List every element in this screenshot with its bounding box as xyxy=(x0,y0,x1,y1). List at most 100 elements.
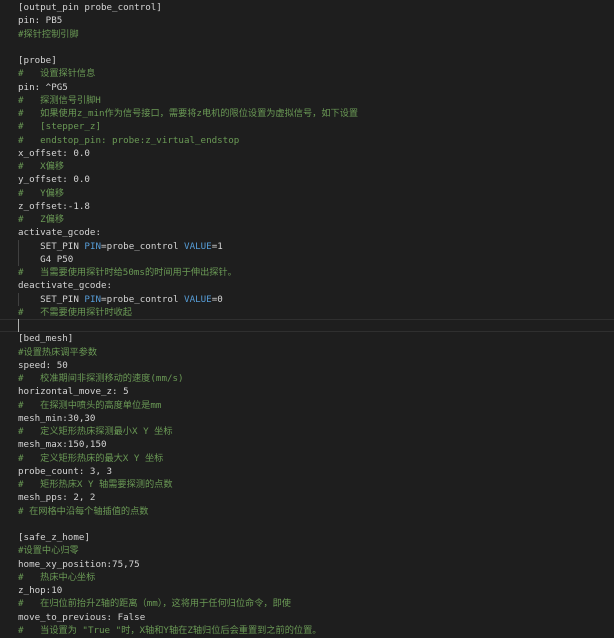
comment-text: # 校准期间非探测移动的速度(mm/s) xyxy=(18,373,184,384)
comment-text: # 如果使用z_min作为信号接口，需要将z电机的限位设置为虚拟信号，如下设置 xyxy=(18,108,359,119)
config-line: x_offset: 0.0 xyxy=(18,147,90,159)
indent-guide xyxy=(18,292,19,306)
code-line[interactable]: x_offset: 0.0 xyxy=(18,147,90,160)
config-line: mesh_min:30,30 xyxy=(18,412,96,424)
code-line[interactable]: z_hop:10 xyxy=(18,584,62,597)
comment-text: # 当需要使用探针时给50ms的时间用于伸出探针。 xyxy=(18,267,237,278)
code-line[interactable]: # 在网格中沿每个轴插值的点数 xyxy=(18,505,149,518)
code-line[interactable]: z_offset:-1.8 xyxy=(18,200,90,213)
indent-guide xyxy=(18,239,19,266)
config-line: home_xy_position:75,75 xyxy=(18,558,140,570)
code-line[interactable]: horizontal_move_z: 5 xyxy=(18,385,129,398)
config-line: pin: PB5 xyxy=(18,15,63,27)
code-line[interactable]: probe_count: 3, 3 xyxy=(18,465,112,478)
code-line[interactable]: # 校准期间非探测移动的速度(mm/s) xyxy=(18,372,184,385)
config-line: deactivate_gcode: xyxy=(18,280,113,292)
comment-text: # 定义矩形热床探测最小X Y 坐标 xyxy=(18,426,173,437)
code-line[interactable]: [probe] xyxy=(18,54,57,67)
comment-text: # 不需要使用探针时收起 xyxy=(18,306,132,318)
comment-text: # 热床中心坐标 xyxy=(18,571,96,583)
config-line: mesh_pps: 2, 2 xyxy=(18,492,96,504)
code-line[interactable]: G4 P50 xyxy=(18,253,73,266)
code-line[interactable]: #探针控制引脚 xyxy=(18,28,79,41)
code-line[interactable]: y_offset: 0.0 xyxy=(18,173,90,186)
code-line[interactable]: [safe_z_home] xyxy=(18,531,90,544)
code-line[interactable]: pin: ^PG5 xyxy=(18,81,68,94)
gcode-value: probe_control xyxy=(106,293,179,305)
section-header: [bed_mesh] xyxy=(18,333,74,345)
gcode-param: VALUE xyxy=(184,293,212,305)
code-line[interactable]: SET_PIN PIN=probe_control VALUE=1 xyxy=(18,240,223,253)
code-line[interactable]: move_to_previous: False xyxy=(18,611,145,624)
code-line[interactable]: # endstop_pin: probe:z_virtual_endstop xyxy=(18,134,239,147)
config-line: horizontal_move_z: 5 xyxy=(18,386,129,398)
config-line: activate_gcode: xyxy=(18,227,101,239)
code-line[interactable]: deactivate_gcode: xyxy=(18,279,112,292)
gcode-param: PIN xyxy=(84,293,102,305)
code-line[interactable]: # Z偏移 xyxy=(18,213,64,226)
code-text: G4 P50 xyxy=(40,253,74,265)
comment-text: # Z偏移 xyxy=(18,214,65,225)
comment-text: # Y偏移 xyxy=(18,187,65,199)
code-line[interactable]: # 矩形热床X Y 轴需要探测的点数 xyxy=(18,478,173,491)
code-line[interactable]: #设置热床调平参数 xyxy=(18,346,97,359)
code-line[interactable]: activate_gcode: xyxy=(18,226,101,239)
config-line: z_hop:10 xyxy=(18,585,63,596)
config-line: y_offset: 0.0 xyxy=(18,174,90,186)
code-line[interactable]: pin: PB5 xyxy=(18,14,62,27)
comment-text: # 在探测中喷头的高度单位是mm xyxy=(18,399,162,411)
comment-text: # 当设置为 "True "时，X轴和Y轴在Z轴归位后会重置到之前的位置。 xyxy=(18,624,322,636)
code-line[interactable]: # 当需要使用探针时给50ms的时间用于伸出探针。 xyxy=(18,266,237,279)
code-line[interactable]: # 当设置为 "True "时，X轴和Y轴在Z轴归位后会重置到之前的位置。 xyxy=(18,624,321,637)
code-line[interactable]: # [stepper_z] xyxy=(18,120,101,133)
code-line[interactable]: # 热床中心坐标 xyxy=(18,571,95,584)
gcode-command: SET_PIN xyxy=(40,293,79,305)
code-line[interactable]: mesh_min:30,30 xyxy=(18,412,95,425)
gcode-value: 1 xyxy=(217,240,223,252)
comment-text: # 在网格中沿每个轴插值的点数 xyxy=(18,505,149,517)
comment-text: # X偏移 xyxy=(18,161,65,172)
comment-text: # 设置探针信息 xyxy=(18,68,96,80)
code-line[interactable]: # 在探测中喷头的高度单位是mm xyxy=(18,399,161,412)
comment-text: #探针控制引脚 xyxy=(18,28,79,40)
gcode-value: 0 xyxy=(217,293,223,305)
gcode-param: PIN xyxy=(84,240,102,252)
code-line[interactable]: home_xy_position:75,75 xyxy=(18,558,140,571)
comment-text: # 在归位前抬升Z轴的距离（mm），这将用于任何归位命令，即使 xyxy=(18,598,291,610)
code-line[interactable]: # 定义矩形热床的最大X Y 坐标 xyxy=(18,452,163,465)
comment-text: # 定义矩形热床的最大X Y 坐标 xyxy=(18,452,164,464)
code-line[interactable]: # 定义矩形热床探测最小X Y 坐标 xyxy=(18,425,173,438)
config-line: z_offset:-1.8 xyxy=(18,200,90,212)
code-line[interactable]: SET_PIN PIN=probe_control VALUE=0 xyxy=(18,293,223,306)
current-line-highlight xyxy=(0,319,614,332)
config-line: mesh_max:150,150 xyxy=(18,439,107,451)
code-line[interactable]: speed: 50 xyxy=(18,359,68,372)
code-line[interactable]: mesh_pps: 2, 2 xyxy=(18,491,95,504)
code-line[interactable]: # 探测信号引脚H xyxy=(18,94,101,107)
code-line[interactable]: # 在归位前抬升Z轴的距离（mm），这将用于任何归位命令，即使 xyxy=(18,597,291,610)
code-line[interactable]: # X偏移 xyxy=(18,160,64,173)
config-line: probe_count: 3, 3 xyxy=(18,465,113,477)
comment-text: #设置热床调平参数 xyxy=(18,346,98,358)
section-header: [probe] xyxy=(18,55,57,66)
section-header: [safe_z_home] xyxy=(18,532,90,543)
text-cursor xyxy=(18,319,19,332)
comment-text: # [stepper_z] xyxy=(18,121,101,133)
gcode-command: SET_PIN xyxy=(40,240,79,252)
comment-text: #设置中心归零 xyxy=(18,545,79,557)
code-line[interactable]: # 不需要使用探针时收起 xyxy=(18,306,132,319)
code-line[interactable]: # Y偏移 xyxy=(18,187,64,200)
code-line[interactable]: #设置中心归零 xyxy=(18,544,79,557)
section-header: [output_pin probe_control] xyxy=(18,2,162,13)
code-line[interactable]: mesh_max:150,150 xyxy=(18,438,107,451)
config-line: pin: ^PG5 xyxy=(18,81,68,93)
comment-text: # 探测信号引脚H xyxy=(18,94,101,106)
code-editor[interactable]: [output_pin probe_control] pin: PB5 #探针控制引… xyxy=(0,0,614,638)
comment-text: # endstop_pin: probe:z_virtual_endstop xyxy=(18,134,240,146)
code-line[interactable]: [bed_mesh] xyxy=(18,332,73,345)
config-line: move_to_previous: False xyxy=(18,611,146,623)
code-line[interactable]: # 设置探针信息 xyxy=(18,67,95,80)
gcode-value: probe_control xyxy=(106,240,179,252)
code-line[interactable]: [output_pin probe_control] xyxy=(18,1,162,14)
code-line[interactable]: # 如果使用z_min作为信号接口，需要将z电机的限位设置为虚拟信号，如下设置 xyxy=(18,107,358,120)
